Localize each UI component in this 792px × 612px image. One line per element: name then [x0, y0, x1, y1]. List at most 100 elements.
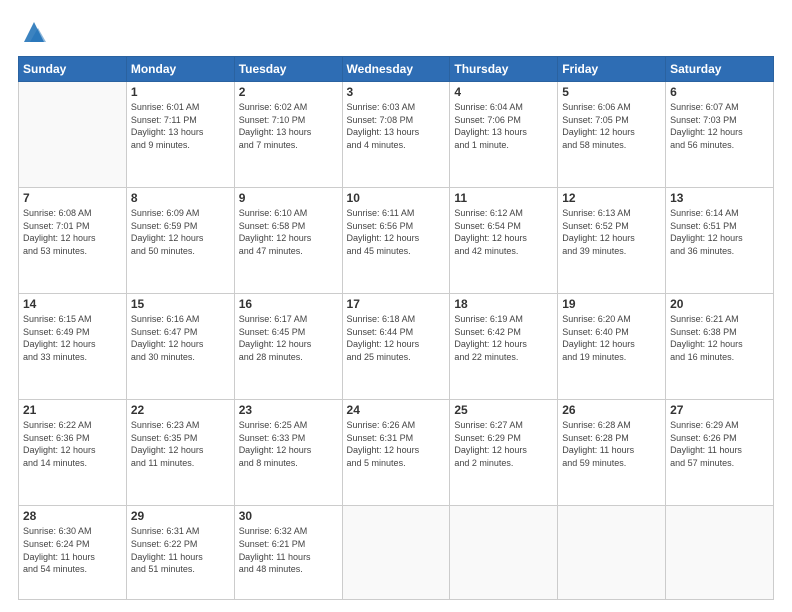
day-number: 10 — [347, 191, 446, 205]
day-number: 19 — [562, 297, 661, 311]
daylight-hours: Sunrise: 6:15 AM Sunset: 6:49 PM Dayligh… — [23, 313, 122, 363]
day-number: 25 — [454, 403, 553, 417]
daylight-hours: Sunrise: 6:04 AM Sunset: 7:06 PM Dayligh… — [454, 101, 553, 151]
daylight-hours: Sunrise: 6:27 AM Sunset: 6:29 PM Dayligh… — [454, 419, 553, 469]
calendar-week-4: 21Sunrise: 6:22 AM Sunset: 6:36 PM Dayli… — [19, 400, 774, 506]
calendar-cell: 1 Sunrise: 6:01 AM Sunset: 7:11 PM Daylig… — [126, 82, 234, 188]
calendar-cell: 19 Sunrise: 6:20 AM Sunset: 6:40 PM Dayli… — [558, 294, 666, 400]
daylight-hours: Sunrise: 6:14 AM Sunset: 6:51 PM Dayligh… — [670, 207, 769, 257]
calendar-cell: 30 Sunrise: 6:32 AM Sunset: 6:21 PM Dayli… — [234, 506, 342, 600]
day-number: 13 — [670, 191, 769, 205]
daylight-hours: Sunrise: 6:06 AM Sunset: 7:05 PM Dayligh… — [562, 101, 661, 151]
calendar-cell: 23 Sunrise: 6:25 AM Sunset: 6:33 PM Dayli… — [234, 400, 342, 506]
day-number: 11 — [454, 191, 553, 205]
daylight-hours: Sunrise: 6:21 AM Sunset: 6:38 PM Dayligh… — [670, 313, 769, 363]
calendar-week-2: 7 Sunrise: 6:08 AM Sunset: 7:01 PM Daylig… — [19, 188, 774, 294]
calendar-cell: 5 Sunrise: 6:06 AM Sunset: 7:05 PM Daylig… — [558, 82, 666, 188]
calendar-week-3: 14 Sunrise: 6:15 AM Sunset: 6:49 PM Dayli… — [19, 294, 774, 400]
calendar-cell — [342, 506, 450, 600]
day-number: 14 — [23, 297, 122, 311]
calendar-header-tuesday: Tuesday — [234, 57, 342, 82]
daylight-hours: Sunrise: 6:13 AM Sunset: 6:52 PM Dayligh… — [562, 207, 661, 257]
daylight-hours: Sunrise: 6:26 AM Sunset: 6:31 PM Dayligh… — [347, 419, 446, 469]
calendar-cell — [558, 506, 666, 600]
day-number: 8 — [131, 191, 230, 205]
day-number: 22 — [131, 403, 230, 417]
daylight-hours: Sunrise: 6:07 AM Sunset: 7:03 PM Dayligh… — [670, 101, 769, 151]
day-number: 23 — [239, 403, 338, 417]
calendar-cell: 26Sunrise: 6:28 AM Sunset: 6:28 PM Dayli… — [558, 400, 666, 506]
calendar-table: SundayMondayTuesdayWednesdayThursdayFrid… — [18, 56, 774, 600]
calendar-cell: 10 Sunrise: 6:11 AM Sunset: 6:56 PM Dayli… — [342, 188, 450, 294]
daylight-hours: Sunrise: 6:31 AM Sunset: 6:22 PM Dayligh… — [131, 525, 230, 575]
calendar-cell: 9 Sunrise: 6:10 AM Sunset: 6:58 PM Daylig… — [234, 188, 342, 294]
daylight-hours: Sunrise: 6:19 AM Sunset: 6:42 PM Dayligh… — [454, 313, 553, 363]
daylight-hours: Sunrise: 6:12 AM Sunset: 6:54 PM Dayligh… — [454, 207, 553, 257]
day-number: 7 — [23, 191, 122, 205]
day-number: 2 — [239, 85, 338, 99]
calendar-header-thursday: Thursday — [450, 57, 558, 82]
logo — [18, 18, 48, 46]
header — [18, 18, 774, 46]
daylight-hours: Sunrise: 6:03 AM Sunset: 7:08 PM Dayligh… — [347, 101, 446, 151]
daylight-hours: Sunrise: 6:09 AM Sunset: 6:59 PM Dayligh… — [131, 207, 230, 257]
day-number: 17 — [347, 297, 446, 311]
day-number: 4 — [454, 85, 553, 99]
day-number: 5 — [562, 85, 661, 99]
calendar-cell: 22 Sunrise: 6:23 AM Sunset: 6:35 PM Dayli… — [126, 400, 234, 506]
calendar-header-saturday: Saturday — [666, 57, 774, 82]
calendar-cell: 28Sunrise: 6:30 AM Sunset: 6:24 PM Dayli… — [19, 506, 127, 600]
calendar-cell — [19, 82, 127, 188]
calendar-cell: 2 Sunrise: 6:02 AM Sunset: 7:10 PM Daylig… — [234, 82, 342, 188]
daylight-hours: Sunrise: 6:10 AM Sunset: 6:58 PM Dayligh… — [239, 207, 338, 257]
calendar-cell: 13 Sunrise: 6:14 AM Sunset: 6:51 PM Dayli… — [666, 188, 774, 294]
day-number: 6 — [670, 85, 769, 99]
calendar-cell: 29Sunrise: 6:31 AM Sunset: 6:22 PM Dayli… — [126, 506, 234, 600]
daylight-hours: Sunrise: 6:25 AM Sunset: 6:33 PM Dayligh… — [239, 419, 338, 469]
calendar-cell: 18 Sunrise: 6:19 AM Sunset: 6:42 PM Dayli… — [450, 294, 558, 400]
calendar-cell: 20 Sunrise: 6:21 AM Sunset: 6:38 PM Dayli… — [666, 294, 774, 400]
day-number: 30 — [239, 509, 338, 523]
day-number: 1 — [131, 85, 230, 99]
day-number: 16 — [239, 297, 338, 311]
calendar-cell: 12 Sunrise: 6:13 AM Sunset: 6:52 PM Dayli… — [558, 188, 666, 294]
calendar-cell: 7 Sunrise: 6:08 AM Sunset: 7:01 PM Daylig… — [19, 188, 127, 294]
daylight-hours: Sunrise: 6:30 AM Sunset: 6:24 PM Dayligh… — [23, 525, 122, 575]
day-number: 9 — [239, 191, 338, 205]
calendar-cell — [666, 506, 774, 600]
calendar-cell: 17Sunrise: 6:18 AM Sunset: 6:44 PM Dayli… — [342, 294, 450, 400]
calendar-header-friday: Friday — [558, 57, 666, 82]
day-number: 24 — [347, 403, 446, 417]
daylight-hours: Sunrise: 6:01 AM Sunset: 7:11 PM Dayligh… — [131, 101, 230, 151]
day-number: 20 — [670, 297, 769, 311]
daylight-hours: Sunrise: 6:20 AM Sunset: 6:40 PM Dayligh… — [562, 313, 661, 363]
calendar-cell: 14 Sunrise: 6:15 AM Sunset: 6:49 PM Dayli… — [19, 294, 127, 400]
calendar-cell — [450, 506, 558, 600]
calendar-cell: 6 Sunrise: 6:07 AM Sunset: 7:03 PM Daylig… — [666, 82, 774, 188]
calendar-cell: 4 Sunrise: 6:04 AM Sunset: 7:06 PM Daylig… — [450, 82, 558, 188]
daylight-hours: Sunrise: 6:02 AM Sunset: 7:10 PM Dayligh… — [239, 101, 338, 151]
day-number: 26 — [562, 403, 661, 417]
calendar-cell: 21Sunrise: 6:22 AM Sunset: 6:36 PM Dayli… — [19, 400, 127, 506]
daylight-hours: Sunrise: 6:16 AM Sunset: 6:47 PM Dayligh… — [131, 313, 230, 363]
calendar-cell: 16 Sunrise: 6:17 AM Sunset: 6:45 PM Dayli… — [234, 294, 342, 400]
calendar-cell: 11 Sunrise: 6:12 AM Sunset: 6:54 PM Dayli… — [450, 188, 558, 294]
day-number: 18 — [454, 297, 553, 311]
logo-icon — [20, 18, 48, 46]
daylight-hours: Sunrise: 6:32 AM Sunset: 6:21 PM Dayligh… — [239, 525, 338, 575]
calendar-cell: 27Sunrise: 6:29 AM Sunset: 6:26 PM Dayli… — [666, 400, 774, 506]
calendar-week-5: 28Sunrise: 6:30 AM Sunset: 6:24 PM Dayli… — [19, 506, 774, 600]
calendar-cell: 24 Sunrise: 6:26 AM Sunset: 6:31 PM Dayli… — [342, 400, 450, 506]
page: SundayMondayTuesdayWednesdayThursdayFrid… — [0, 0, 792, 612]
daylight-hours: Sunrise: 6:08 AM Sunset: 7:01 PM Dayligh… — [23, 207, 122, 257]
daylight-hours: Sunrise: 6:11 AM Sunset: 6:56 PM Dayligh… — [347, 207, 446, 257]
day-number: 12 — [562, 191, 661, 205]
calendar-header-sunday: Sunday — [19, 57, 127, 82]
day-number: 27 — [670, 403, 769, 417]
daylight-hours: Sunrise: 6:17 AM Sunset: 6:45 PM Dayligh… — [239, 313, 338, 363]
calendar-cell: 8 Sunrise: 6:09 AM Sunset: 6:59 PM Daylig… — [126, 188, 234, 294]
daylight-hours: Sunrise: 6:23 AM Sunset: 6:35 PM Dayligh… — [131, 419, 230, 469]
calendar-week-1: 1 Sunrise: 6:01 AM Sunset: 7:11 PM Daylig… — [19, 82, 774, 188]
daylight-hours: Sunrise: 6:22 AM Sunset: 6:36 PM Dayligh… — [23, 419, 122, 469]
calendar-cell: 15Sunrise: 6:16 AM Sunset: 6:47 PM Dayli… — [126, 294, 234, 400]
